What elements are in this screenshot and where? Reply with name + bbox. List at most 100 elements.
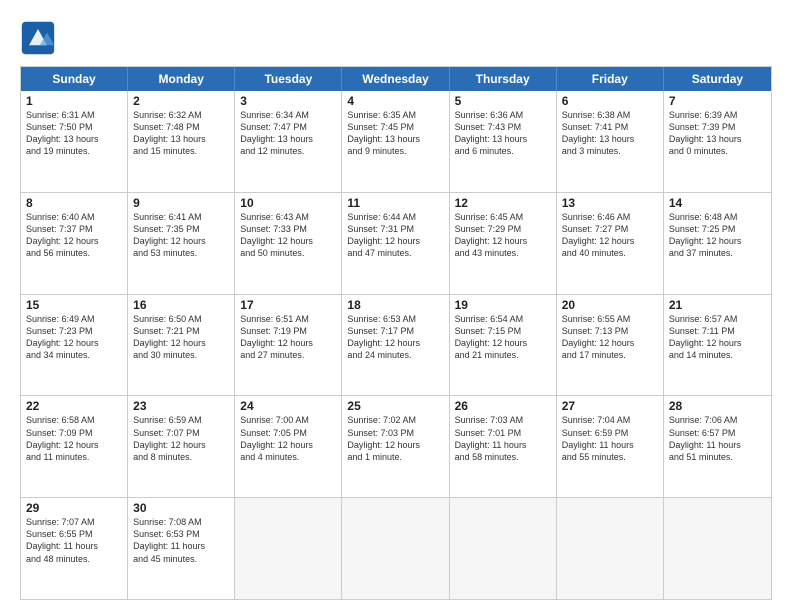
cell-text: Sunrise: 7:04 AMSunset: 6:59 PMDaylight:… — [562, 414, 658, 463]
day-number: 18 — [347, 298, 443, 312]
calendar-cell — [342, 498, 449, 599]
cell-text: Sunrise: 6:31 AMSunset: 7:50 PMDaylight:… — [26, 109, 122, 158]
cell-text: Sunrise: 6:43 AMSunset: 7:33 PMDaylight:… — [240, 211, 336, 260]
cell-text: Sunrise: 6:45 AMSunset: 7:29 PMDaylight:… — [455, 211, 551, 260]
cell-text: Sunrise: 6:34 AMSunset: 7:47 PMDaylight:… — [240, 109, 336, 158]
calendar-cell: 19Sunrise: 6:54 AMSunset: 7:15 PMDayligh… — [450, 295, 557, 396]
day-of-week-tuesday: Tuesday — [235, 67, 342, 91]
day-of-week-friday: Friday — [557, 67, 664, 91]
cell-text: Sunrise: 6:49 AMSunset: 7:23 PMDaylight:… — [26, 313, 122, 362]
calendar-cell: 11Sunrise: 6:44 AMSunset: 7:31 PMDayligh… — [342, 193, 449, 294]
calendar-week-5: 29Sunrise: 7:07 AMSunset: 6:55 PMDayligh… — [21, 497, 771, 599]
day-number: 6 — [562, 94, 658, 108]
cell-text: Sunrise: 6:41 AMSunset: 7:35 PMDaylight:… — [133, 211, 229, 260]
day-number: 5 — [455, 94, 551, 108]
day-number: 16 — [133, 298, 229, 312]
calendar-cell — [235, 498, 342, 599]
cell-text: Sunrise: 6:36 AMSunset: 7:43 PMDaylight:… — [455, 109, 551, 158]
calendar-cell: 10Sunrise: 6:43 AMSunset: 7:33 PMDayligh… — [235, 193, 342, 294]
calendar-cell: 26Sunrise: 7:03 AMSunset: 7:01 PMDayligh… — [450, 396, 557, 497]
day-number: 2 — [133, 94, 229, 108]
calendar-week-2: 8Sunrise: 6:40 AMSunset: 7:37 PMDaylight… — [21, 192, 771, 294]
day-number: 30 — [133, 501, 229, 515]
day-number: 7 — [669, 94, 766, 108]
cell-text: Sunrise: 6:46 AMSunset: 7:27 PMDaylight:… — [562, 211, 658, 260]
day-number: 15 — [26, 298, 122, 312]
calendar-cell: 29Sunrise: 7:07 AMSunset: 6:55 PMDayligh… — [21, 498, 128, 599]
day-number: 3 — [240, 94, 336, 108]
day-number: 14 — [669, 196, 766, 210]
day-number: 13 — [562, 196, 658, 210]
calendar-cell — [557, 498, 664, 599]
calendar-cell: 24Sunrise: 7:00 AMSunset: 7:05 PMDayligh… — [235, 396, 342, 497]
cell-text: Sunrise: 6:48 AMSunset: 7:25 PMDaylight:… — [669, 211, 766, 260]
day-number: 25 — [347, 399, 443, 413]
cell-text: Sunrise: 7:02 AMSunset: 7:03 PMDaylight:… — [347, 414, 443, 463]
cell-text: Sunrise: 6:50 AMSunset: 7:21 PMDaylight:… — [133, 313, 229, 362]
day-number: 21 — [669, 298, 766, 312]
calendar-cell: 20Sunrise: 6:55 AMSunset: 7:13 PMDayligh… — [557, 295, 664, 396]
calendar-cell: 8Sunrise: 6:40 AMSunset: 7:37 PMDaylight… — [21, 193, 128, 294]
logo-icon — [20, 20, 56, 56]
calendar-cell: 15Sunrise: 6:49 AMSunset: 7:23 PMDayligh… — [21, 295, 128, 396]
cell-text: Sunrise: 7:06 AMSunset: 6:57 PMDaylight:… — [669, 414, 766, 463]
day-number: 27 — [562, 399, 658, 413]
calendar-cell: 6Sunrise: 6:38 AMSunset: 7:41 PMDaylight… — [557, 91, 664, 192]
cell-text: Sunrise: 7:08 AMSunset: 6:53 PMDaylight:… — [133, 516, 229, 565]
cell-text: Sunrise: 6:38 AMSunset: 7:41 PMDaylight:… — [562, 109, 658, 158]
day-number: 8 — [26, 196, 122, 210]
calendar-cell: 21Sunrise: 6:57 AMSunset: 7:11 PMDayligh… — [664, 295, 771, 396]
calendar-cell: 12Sunrise: 6:45 AMSunset: 7:29 PMDayligh… — [450, 193, 557, 294]
cell-text: Sunrise: 6:54 AMSunset: 7:15 PMDaylight:… — [455, 313, 551, 362]
calendar-cell: 3Sunrise: 6:34 AMSunset: 7:47 PMDaylight… — [235, 91, 342, 192]
calendar-week-4: 22Sunrise: 6:58 AMSunset: 7:09 PMDayligh… — [21, 395, 771, 497]
calendar-cell: 30Sunrise: 7:08 AMSunset: 6:53 PMDayligh… — [128, 498, 235, 599]
day-of-week-sunday: Sunday — [21, 67, 128, 91]
day-number: 4 — [347, 94, 443, 108]
day-number: 28 — [669, 399, 766, 413]
calendar-cell: 9Sunrise: 6:41 AMSunset: 7:35 PMDaylight… — [128, 193, 235, 294]
day-number: 22 — [26, 399, 122, 413]
calendar-week-1: 1Sunrise: 6:31 AMSunset: 7:50 PMDaylight… — [21, 91, 771, 192]
calendar-cell: 1Sunrise: 6:31 AMSunset: 7:50 PMDaylight… — [21, 91, 128, 192]
calendar-cell: 27Sunrise: 7:04 AMSunset: 6:59 PMDayligh… — [557, 396, 664, 497]
day-number: 11 — [347, 196, 443, 210]
calendar-cell: 22Sunrise: 6:58 AMSunset: 7:09 PMDayligh… — [21, 396, 128, 497]
calendar-body: 1Sunrise: 6:31 AMSunset: 7:50 PMDaylight… — [21, 91, 771, 599]
cell-text: Sunrise: 6:57 AMSunset: 7:11 PMDaylight:… — [669, 313, 766, 362]
day-of-week-saturday: Saturday — [664, 67, 771, 91]
day-number: 9 — [133, 196, 229, 210]
day-number: 19 — [455, 298, 551, 312]
calendar-header: SundayMondayTuesdayWednesdayThursdayFrid… — [21, 67, 771, 91]
calendar-cell: 17Sunrise: 6:51 AMSunset: 7:19 PMDayligh… — [235, 295, 342, 396]
cell-text: Sunrise: 6:59 AMSunset: 7:07 PMDaylight:… — [133, 414, 229, 463]
cell-text: Sunrise: 7:07 AMSunset: 6:55 PMDaylight:… — [26, 516, 122, 565]
day-number: 10 — [240, 196, 336, 210]
day-of-week-thursday: Thursday — [450, 67, 557, 91]
cell-text: Sunrise: 6:51 AMSunset: 7:19 PMDaylight:… — [240, 313, 336, 362]
calendar-cell: 28Sunrise: 7:06 AMSunset: 6:57 PMDayligh… — [664, 396, 771, 497]
header — [20, 16, 772, 56]
day-of-week-wednesday: Wednesday — [342, 67, 449, 91]
calendar-cell: 4Sunrise: 6:35 AMSunset: 7:45 PMDaylight… — [342, 91, 449, 192]
day-number: 23 — [133, 399, 229, 413]
day-number: 26 — [455, 399, 551, 413]
calendar-week-3: 15Sunrise: 6:49 AMSunset: 7:23 PMDayligh… — [21, 294, 771, 396]
calendar-cell — [450, 498, 557, 599]
day-of-week-monday: Monday — [128, 67, 235, 91]
day-number: 24 — [240, 399, 336, 413]
calendar: SundayMondayTuesdayWednesdayThursdayFrid… — [20, 66, 772, 600]
calendar-cell: 5Sunrise: 6:36 AMSunset: 7:43 PMDaylight… — [450, 91, 557, 192]
calendar-cell: 13Sunrise: 6:46 AMSunset: 7:27 PMDayligh… — [557, 193, 664, 294]
cell-text: Sunrise: 7:00 AMSunset: 7:05 PMDaylight:… — [240, 414, 336, 463]
cell-text: Sunrise: 6:44 AMSunset: 7:31 PMDaylight:… — [347, 211, 443, 260]
cell-text: Sunrise: 6:32 AMSunset: 7:48 PMDaylight:… — [133, 109, 229, 158]
calendar-cell: 2Sunrise: 6:32 AMSunset: 7:48 PMDaylight… — [128, 91, 235, 192]
calendar-cell: 14Sunrise: 6:48 AMSunset: 7:25 PMDayligh… — [664, 193, 771, 294]
page: SundayMondayTuesdayWednesdayThursdayFrid… — [0, 0, 792, 612]
cell-text: Sunrise: 6:39 AMSunset: 7:39 PMDaylight:… — [669, 109, 766, 158]
cell-text: Sunrise: 6:53 AMSunset: 7:17 PMDaylight:… — [347, 313, 443, 362]
day-number: 1 — [26, 94, 122, 108]
day-number: 12 — [455, 196, 551, 210]
calendar-cell: 16Sunrise: 6:50 AMSunset: 7:21 PMDayligh… — [128, 295, 235, 396]
